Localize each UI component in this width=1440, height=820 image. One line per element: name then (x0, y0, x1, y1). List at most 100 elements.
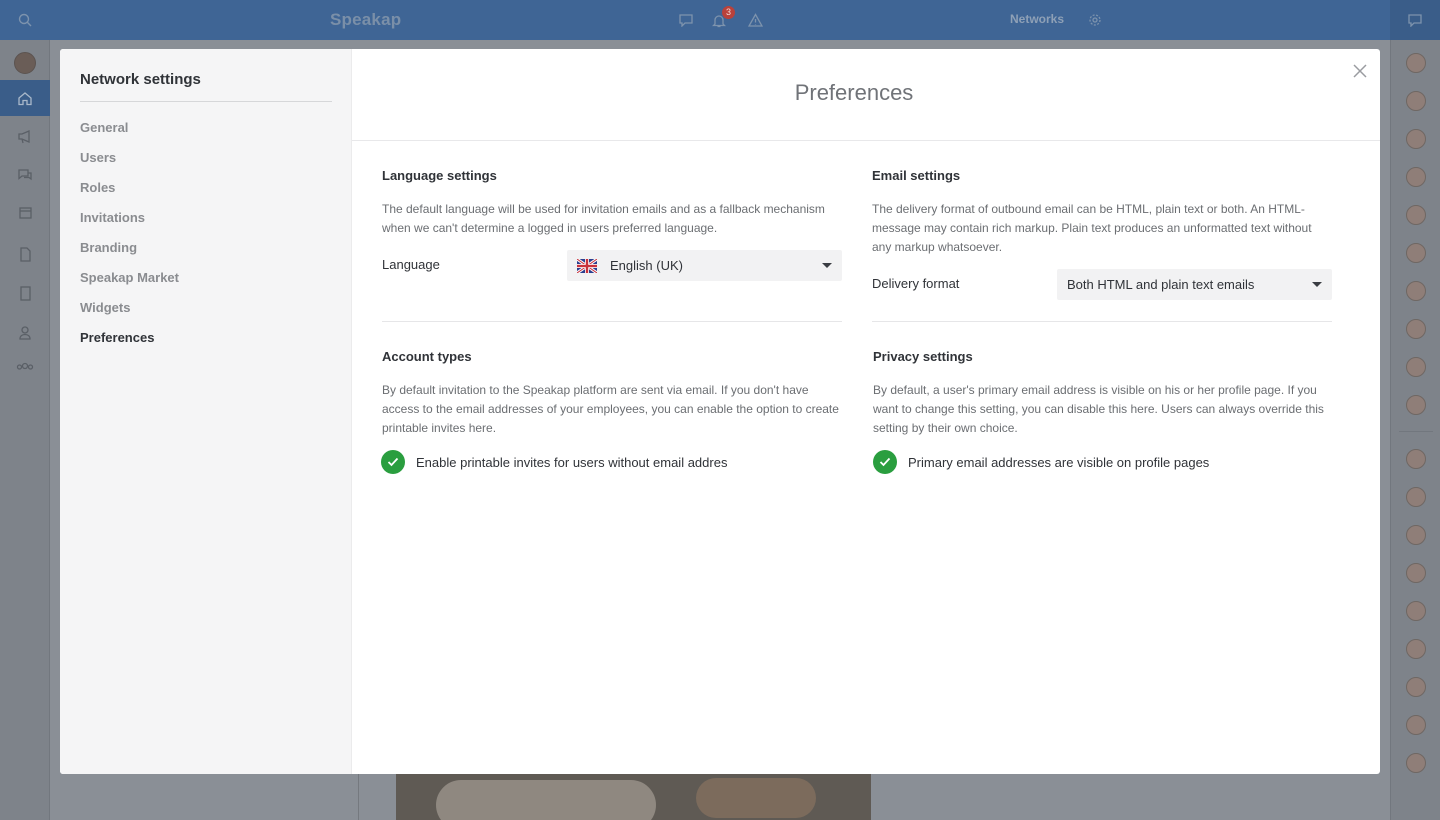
section-description: By default, a user's primary email addre… (873, 383, 1324, 435)
chat-bubble-icon (679, 14, 693, 27)
language-label: Language (382, 257, 440, 272)
language-settings-section: Language settings The default language w… (382, 168, 842, 238)
home-icon (18, 91, 32, 105)
uk-flag-icon (577, 258, 597, 273)
gear-icon (1089, 14, 1101, 26)
section-divider (382, 321, 842, 322)
delivery-format-field: Delivery format (872, 276, 959, 291)
section-title: Account types (382, 349, 472, 364)
account-types-section: Account types By default invitation to t… (382, 349, 842, 438)
rail-divider (1399, 431, 1433, 432)
delivery-format-selected-value: Both HTML and plain text emails (1067, 277, 1255, 292)
feed-column-border (358, 774, 359, 820)
checkmark-icon (873, 450, 897, 474)
checkbox-label: Primary email addresses are visible on p… (908, 454, 1210, 470)
nav-profile[interactable] (0, 314, 50, 350)
colleague-avatar[interactable] (1406, 91, 1426, 111)
colleague-avatar[interactable] (1406, 563, 1426, 583)
nav-announcements[interactable] (0, 118, 50, 154)
section-title: Privacy settings (873, 349, 973, 364)
sidebar-divider (80, 101, 332, 102)
chevron-down-icon (1312, 282, 1322, 287)
sidebar-title: Network settings (80, 71, 201, 88)
colleague-avatar[interactable] (1406, 601, 1426, 621)
sidebar-item-branding[interactable]: Branding (80, 239, 179, 269)
user-avatar[interactable] (14, 52, 36, 74)
nav-groups[interactable] (0, 350, 50, 386)
sidebar-item-general[interactable]: General (80, 119, 179, 149)
sidebar-item-roles[interactable]: Roles (80, 179, 179, 209)
delivery-format-select[interactable]: Both HTML and plain text emails (1057, 269, 1332, 300)
alerts-button[interactable] (746, 11, 764, 29)
nav-messages[interactable] (0, 156, 50, 192)
search-button[interactable] (0, 0, 50, 40)
checkmark-icon (381, 450, 405, 474)
nav-documents[interactable] (0, 236, 50, 272)
language-field: Language (382, 257, 440, 272)
page-title: Preferences (794, 80, 914, 105)
colleague-avatar[interactable] (1406, 395, 1426, 415)
warning-icon (747, 13, 763, 27)
preferences-panel: Preferences Language settings The defaul… (352, 49, 1380, 774)
notification-badge: 3 (722, 6, 735, 19)
settings-sidebar: Network settings General Users Roles Inv… (60, 49, 352, 774)
colleague-avatar[interactable] (1406, 53, 1426, 73)
chat-icon (1408, 14, 1422, 27)
nav-home[interactable] (0, 80, 50, 116)
messages-button[interactable] (677, 11, 695, 29)
chat-bubbles-icon (18, 168, 32, 180)
email-visibility-checkbox[interactable]: Primary email addresses are visible on p… (873, 450, 1209, 474)
panel-header: Preferences (352, 49, 1380, 141)
brand-logo[interactable]: Speakap (330, 10, 401, 30)
sidebar-item-users[interactable]: Users (80, 149, 179, 179)
sidebar-item-speakap-market[interactable]: Speakap Market (80, 269, 179, 299)
calendar-icon (18, 206, 32, 219)
section-description: The delivery format of outbound email ca… (872, 202, 1312, 254)
colleague-avatar[interactable] (1406, 449, 1426, 469)
section-title: Language settings (382, 168, 497, 183)
left-navigation-rail (0, 40, 50, 820)
colleague-avatar[interactable] (1406, 243, 1426, 263)
user-icon (19, 325, 31, 340)
megaphone-icon (18, 129, 30, 143)
feed-post-image (396, 774, 871, 820)
colleague-avatar[interactable] (1406, 677, 1426, 697)
network-settings-modal: Network settings General Users Roles Inv… (60, 49, 1380, 774)
document-icon (19, 246, 31, 262)
network-settings-button[interactable] (1086, 11, 1104, 29)
settings-nav: General Users Roles Invitations Branding… (80, 119, 179, 359)
colleagues-rail (1390, 40, 1440, 820)
sidebar-item-invitations[interactable]: Invitations (80, 209, 179, 239)
networks-link[interactable]: Networks (1010, 12, 1064, 26)
chevron-down-icon (822, 263, 832, 268)
section-divider (872, 321, 1332, 322)
section-description: By default invitation to the Speakap pla… (382, 383, 839, 435)
nav-organization[interactable] (0, 275, 50, 311)
colleague-avatar[interactable] (1406, 281, 1426, 301)
building-icon (19, 285, 31, 301)
search-icon (18, 13, 32, 27)
language-select[interactable]: English (UK) (567, 250, 842, 281)
colleague-avatar[interactable] (1406, 715, 1426, 735)
sidebar-item-widgets[interactable]: Widgets (80, 299, 179, 329)
colleague-avatar[interactable] (1406, 487, 1426, 507)
nav-calendar[interactable] (0, 194, 50, 230)
section-title: Email settings (872, 168, 961, 183)
colleague-avatar[interactable] (1406, 753, 1426, 773)
sidebar-item-preferences[interactable]: Preferences (80, 329, 179, 359)
checkbox-label: Enable printable invites for users witho… (416, 454, 728, 470)
privacy-settings-section: Privacy settings By default, a user's pr… (873, 349, 1333, 438)
top-navigation-bar: Speakap 3 Networks (0, 0, 1440, 40)
colleague-avatar[interactable] (1406, 129, 1426, 149)
chat-panel-button[interactable] (1390, 0, 1440, 40)
colleague-avatar[interactable] (1406, 525, 1426, 545)
language-selected-value: English (UK) (610, 258, 683, 273)
colleague-avatar[interactable] (1406, 357, 1426, 377)
printable-invites-checkbox[interactable]: Enable printable invites for users witho… (381, 450, 727, 474)
colleague-avatar[interactable] (1406, 319, 1426, 339)
group-icon (16, 362, 34, 370)
colleague-avatar[interactable] (1406, 639, 1426, 659)
colleague-avatar[interactable] (1406, 205, 1426, 225)
close-button[interactable] (1350, 61, 1370, 81)
colleague-avatar[interactable] (1406, 167, 1426, 187)
